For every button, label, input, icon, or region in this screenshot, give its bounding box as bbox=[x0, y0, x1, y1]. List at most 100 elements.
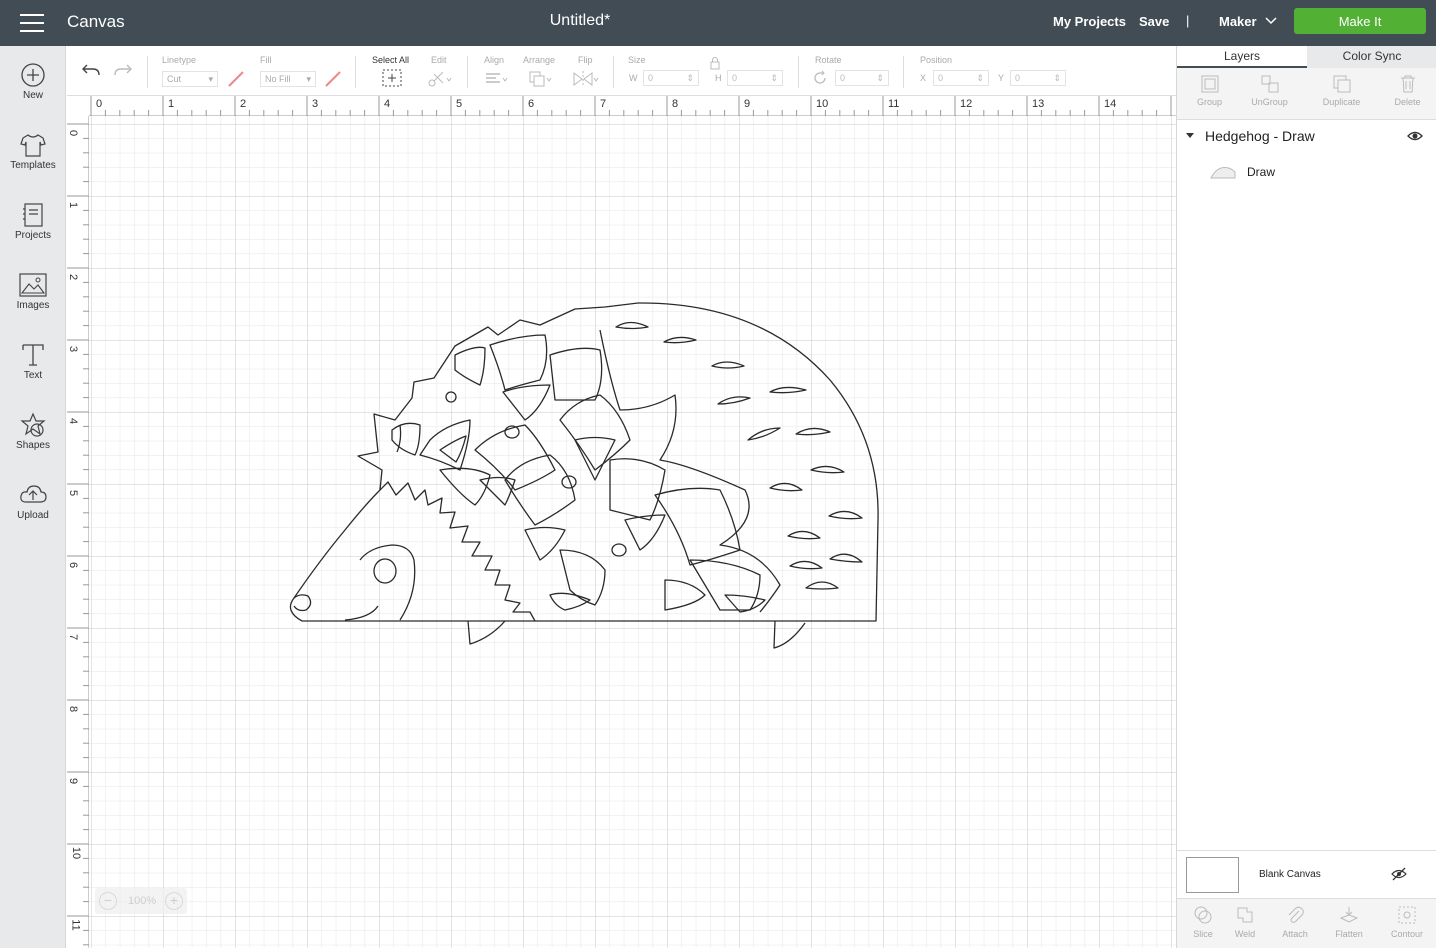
arrange-icon[interactable] bbox=[528, 70, 554, 88]
ruler-label: 14 bbox=[1104, 98, 1117, 110]
linetype-color-swatch[interactable] bbox=[227, 70, 245, 88]
flatten-label: Flatten bbox=[1335, 929, 1363, 939]
tshirt-icon bbox=[20, 134, 46, 157]
layer-actions: Group UnGroup Duplicate Delete bbox=[1177, 68, 1436, 120]
machine-selector[interactable]: Maker bbox=[1219, 14, 1257, 29]
flip-icon[interactable] bbox=[572, 70, 600, 88]
caret-down-icon[interactable] bbox=[1186, 131, 1194, 139]
fill-select[interactable]: No Fill ▾ bbox=[260, 71, 316, 87]
layer-name[interactable]: Draw bbox=[1247, 165, 1275, 179]
redo-icon[interactable] bbox=[113, 62, 133, 78]
ruler-label: 8 bbox=[672, 98, 679, 110]
ruler-label: 0 bbox=[67, 129, 80, 137]
sidebar-item-upload[interactable]: Upload bbox=[0, 482, 66, 544]
y-input[interactable]: 0 ⇕ bbox=[1010, 70, 1066, 86]
plus-circle-icon bbox=[21, 63, 45, 87]
weld-button[interactable]: Weld bbox=[1219, 899, 1271, 949]
attach-button[interactable]: Attach bbox=[1269, 899, 1321, 949]
zoom-in-button[interactable]: + bbox=[165, 892, 183, 910]
x-label: X bbox=[920, 73, 927, 83]
group-button[interactable]: Group bbox=[1177, 68, 1242, 120]
duplicate-button[interactable]: Duplicate bbox=[1309, 68, 1374, 120]
chevron-down-icon[interactable] bbox=[1264, 14, 1278, 28]
layers-panel: Layers Color Sync Group UnGroup Duplicat… bbox=[1176, 46, 1436, 948]
sidebar-label: Projects bbox=[14, 230, 52, 241]
sidebar-item-images[interactable]: Images bbox=[0, 272, 66, 334]
ruler-label: 2 bbox=[240, 98, 247, 110]
layer-thumbnail[interactable] bbox=[1207, 162, 1239, 182]
ruler-label: 3 bbox=[67, 345, 80, 353]
shapes-icon bbox=[20, 412, 46, 437]
y-label: Y bbox=[998, 73, 1005, 83]
fill-color-swatch[interactable] bbox=[324, 70, 342, 88]
width-label: W bbox=[629, 73, 638, 83]
tab-layers[interactable]: Layers bbox=[1177, 46, 1307, 68]
ruler-ticks bbox=[67, 123, 89, 946]
save-link[interactable]: Save bbox=[1139, 14, 1169, 29]
select-all-icon[interactable] bbox=[382, 69, 402, 87]
upload-cloud-icon bbox=[20, 485, 47, 503]
rotate-input[interactable]: 0 ⇕ bbox=[835, 70, 889, 86]
width-input[interactable]: 0 ⇕ bbox=[643, 70, 699, 86]
design-canvas[interactable]: − 100% + 0 1 2 3 4 5 6 7 8 9 10 11 12 13 14 0 1 2 3 4 5 6 7 8 9 1… bbox=[67, 96, 1176, 948]
ungroup-button[interactable]: UnGroup bbox=[1237, 68, 1302, 120]
rotate-value: 0 bbox=[840, 73, 846, 83]
toolbar-separator bbox=[355, 56, 356, 88]
ruler-label: 11 bbox=[69, 919, 82, 931]
my-projects-link[interactable]: My Projects bbox=[1053, 14, 1126, 29]
make-it-button[interactable]: Make It bbox=[1294, 8, 1426, 34]
edit-scissors-icon[interactable] bbox=[427, 70, 453, 88]
sidebar-item-shapes[interactable]: Shapes bbox=[0, 412, 66, 474]
edit-label: Edit bbox=[431, 55, 447, 65]
rotate-icon[interactable] bbox=[812, 70, 828, 86]
delete-button[interactable]: Delete bbox=[1375, 68, 1436, 120]
sidebar-item-templates[interactable]: Templates bbox=[0, 132, 66, 194]
blank-canvas-swatch[interactable] bbox=[1186, 857, 1239, 893]
ruler-label: 7 bbox=[600, 98, 607, 110]
weld-icon bbox=[1237, 907, 1253, 923]
zoom-out-button[interactable]: − bbox=[99, 892, 117, 910]
ruler-horizontal bbox=[67, 96, 1176, 116]
height-input[interactable]: 0 ⇕ bbox=[727, 70, 783, 86]
document-title: Untitled* bbox=[549, 12, 611, 29]
sidebar-item-text[interactable]: Text bbox=[0, 342, 66, 404]
lock-icon[interactable] bbox=[709, 56, 721, 70]
ruler-label: 6 bbox=[528, 98, 535, 110]
contour-button[interactable]: Contour bbox=[1381, 899, 1433, 949]
ruler-ticks bbox=[90, 96, 1172, 116]
fill-value: No Fill bbox=[265, 74, 291, 84]
toolbar-separator bbox=[467, 56, 468, 88]
top-bar: Canvas Untitled* My Projects Save | Make… bbox=[0, 0, 1436, 46]
eye-hidden-icon[interactable] bbox=[1391, 867, 1407, 881]
ruler-label: 1 bbox=[67, 201, 80, 209]
ungroup-icon bbox=[1261, 75, 1278, 93]
x-input[interactable]: 0 ⇕ bbox=[933, 70, 989, 86]
align-icon[interactable] bbox=[484, 70, 510, 88]
ruler-label: 4 bbox=[384, 98, 391, 110]
toolbar-separator bbox=[903, 56, 904, 88]
rotate-label: Rotate bbox=[815, 55, 842, 65]
layer-group-name: Hedgehog - Draw bbox=[1205, 128, 1315, 144]
flip-label: Flip bbox=[578, 55, 593, 65]
linetype-select[interactable]: Cut ▾ bbox=[162, 71, 218, 87]
ruler-label: 7 bbox=[67, 633, 80, 641]
undo-icon[interactable] bbox=[81, 62, 101, 78]
left-sidebar: New Templates Projects Images Text Shape… bbox=[0, 46, 66, 948]
canvas-grid bbox=[89, 116, 1176, 948]
ungroup-label: UnGroup bbox=[1251, 97, 1288, 107]
sidebar-label: Images bbox=[16, 300, 50, 311]
height-label: H bbox=[715, 73, 722, 83]
sidebar-item-new[interactable]: New bbox=[0, 62, 66, 124]
toolbar-separator bbox=[613, 56, 614, 88]
sidebar-item-projects[interactable]: Projects bbox=[0, 202, 66, 264]
ruler-label: 5 bbox=[67, 489, 80, 497]
flatten-button[interactable]: Flatten bbox=[1323, 899, 1375, 949]
image-icon bbox=[19, 273, 47, 297]
y-value: 0 bbox=[1015, 73, 1021, 83]
contour-icon bbox=[1398, 906, 1416, 924]
bottom-actions: Slice Weld Attach Flatten Contour bbox=[1177, 898, 1436, 948]
tab-color-sync[interactable]: Color Sync bbox=[1307, 46, 1436, 68]
eye-icon[interactable] bbox=[1407, 130, 1423, 142]
layer-group-row[interactable]: Hedgehog - Draw bbox=[1177, 124, 1436, 148]
x-value: 0 bbox=[938, 73, 944, 83]
